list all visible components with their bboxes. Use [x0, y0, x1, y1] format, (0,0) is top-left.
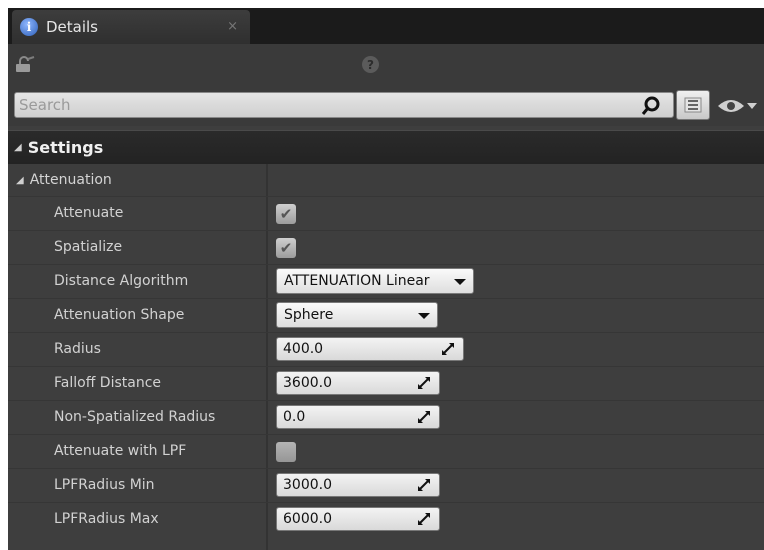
property-row-radius: Radius 400.0 — [8, 332, 764, 366]
property-label: LPFRadius Min — [54, 477, 155, 493]
property-label: Attenuation Shape — [54, 307, 185, 323]
collapse-triangle-icon: ◢ — [16, 174, 24, 186]
drag-arrows-icon[interactable] — [417, 410, 431, 424]
chevron-down-icon — [418, 313, 430, 319]
drag-arrows-icon[interactable] — [441, 342, 455, 356]
number-value: 3000.0 — [283, 477, 332, 493]
non-spatialized-radius-input[interactable]: 0.0 — [276, 405, 440, 429]
lpf-radius-max-input[interactable]: 6000.0 — [276, 507, 440, 531]
dropdown-value: Sphere — [284, 307, 334, 323]
distance-algorithm-dropdown[interactable]: ATTENUATION Linear — [276, 268, 474, 294]
property-label: Radius — [54, 341, 101, 357]
drag-arrows-icon[interactable] — [417, 478, 431, 492]
dropdown-value: ATTENUATION Linear — [284, 273, 430, 289]
number-value: 0.0 — [283, 409, 306, 425]
attenuate-with-lpf-checkbox[interactable] — [276, 442, 296, 462]
attenuate-checkbox[interactable]: ✔ — [276, 204, 296, 224]
property-label: Spatialize — [54, 239, 123, 255]
property-label: LPFRadius Max — [54, 511, 159, 527]
property-label: Attenuate — [54, 205, 124, 221]
property-grid: ◢ Settings ◢ Attenuation Attenuate ✔ Spa… — [8, 126, 764, 550]
number-value: 400.0 — [283, 341, 324, 357]
property-row-spatialize: Spatialize ✔ — [8, 230, 764, 264]
property-label: Attenuate with LPF — [54, 443, 187, 459]
subgroup-attenuation[interactable]: ◢ Attenuation — [8, 164, 764, 196]
details-window: i Details × ? Search ◢ Settings ◢ Attenu… — [8, 8, 764, 550]
property-row-lpf-radius-max: LPFRadius Max 6000.0 — [8, 502, 764, 536]
chevron-down-icon — [747, 103, 757, 109]
radius-input[interactable]: 400.0 — [276, 337, 464, 361]
visibility-dropdown[interactable] — [716, 94, 762, 118]
falloff-distance-input[interactable]: 3600.0 — [276, 371, 440, 395]
property-label: Falloff Distance — [54, 375, 162, 391]
spatialize-checkbox[interactable]: ✔ — [276, 238, 296, 258]
drag-arrows-icon[interactable] — [417, 376, 431, 390]
close-icon[interactable]: × — [227, 19, 238, 34]
info-icon: i — [20, 18, 38, 36]
drag-arrows-icon[interactable] — [417, 512, 431, 526]
property-row-non-spatialized-radius: Non-Spatialized Radius 0.0 — [8, 400, 764, 434]
eye-icon — [718, 100, 744, 112]
details-panel: ? Search ◢ Settings ◢ Attenuation Attenu… — [8, 44, 764, 550]
property-row-attenuate-with-lpf: Attenuate with LPF — [8, 434, 764, 468]
attenuation-shape-dropdown[interactable]: Sphere — [276, 302, 438, 328]
number-value: 6000.0 — [283, 511, 332, 527]
category-settings[interactable]: ◢ Settings — [8, 130, 764, 164]
property-row-attenuate: Attenuate ✔ — [8, 196, 764, 230]
property-label: Non-Spatialized Radius — [54, 409, 216, 425]
property-label: Distance Algorithm — [54, 273, 189, 289]
lpf-radius-min-input[interactable]: 3000.0 — [276, 473, 440, 497]
chevron-down-icon — [454, 279, 466, 285]
top-toolbar: ? — [8, 44, 764, 88]
tab-strip: i Details × — [8, 8, 764, 44]
collapse-triangle-icon: ◢ — [14, 142, 22, 153]
property-row-distance-algorithm: Distance Algorithm ATTENUATION Linear — [8, 264, 764, 298]
category-label: Settings — [27, 138, 104, 157]
view-options-button[interactable] — [676, 90, 710, 120]
property-row-lpf-radius-min: LPFRadius Min 3000.0 — [8, 468, 764, 502]
tab-label: Details — [46, 18, 99, 36]
subgroup-label: Attenuation — [29, 172, 112, 188]
property-row-falloff-distance: Falloff Distance 3600.0 — [8, 366, 764, 400]
search-row — [8, 88, 764, 126]
tab-details[interactable]: i Details × — [12, 10, 250, 44]
property-row-attenuation-shape: Attenuation Shape Sphere — [8, 298, 764, 332]
number-value: 3600.0 — [283, 375, 332, 391]
search-icon[interactable] — [640, 95, 662, 117]
search-input[interactable] — [14, 92, 674, 118]
lock-icon[interactable] — [14, 56, 36, 74]
help-icon[interactable]: ? — [362, 56, 379, 73]
view-options-icon — [684, 97, 702, 113]
